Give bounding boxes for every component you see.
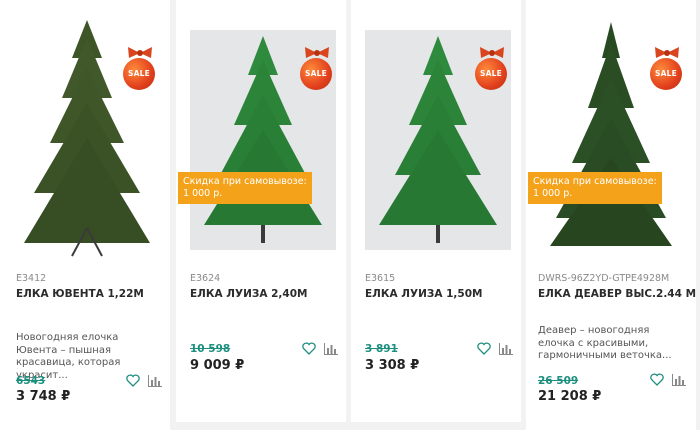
product-name[interactable]: ЕЛКА ДЕАВЕР ВЫС.2.44 М bbox=[538, 288, 696, 300]
sale-label: SALE bbox=[650, 58, 682, 90]
promo-line-1: Скидка при самовывозе: bbox=[533, 176, 657, 187]
sale-label: SALE bbox=[475, 58, 507, 90]
product-sku: E3412 bbox=[16, 273, 47, 284]
compare-icon[interactable] bbox=[672, 374, 686, 386]
product-sku: E3615 bbox=[365, 273, 396, 284]
product-price: 3 308 ₽ bbox=[365, 358, 420, 373]
old-price: 26 509 bbox=[538, 375, 579, 387]
product-card[interactable]: SALE Скидка при самовывозе: 1 000 р. E36… bbox=[176, 0, 346, 422]
old-price: 3 891 bbox=[365, 343, 398, 355]
promo-line-1: Скидка при самовывозе: bbox=[183, 176, 307, 187]
heart-icon[interactable] bbox=[650, 373, 664, 386]
product-grid: SALE E3412 ЕЛКА ЮВЕНТА 1,22М Новогодняя … bbox=[0, 0, 700, 430]
sale-label: SALE bbox=[300, 58, 332, 90]
product-sku: E3624 bbox=[190, 273, 221, 284]
compare-icon[interactable] bbox=[148, 375, 162, 387]
product-price: 9 009 ₽ bbox=[190, 358, 245, 373]
promo-line-2: 1 000 р. bbox=[183, 188, 223, 199]
product-price: 21 208 ₽ bbox=[538, 389, 602, 404]
product-card[interactable]: SALE E3412 ЕЛКА ЮВЕНТА 1,22М Новогодняя … bbox=[0, 0, 170, 430]
sale-label: SALE bbox=[123, 58, 155, 90]
sale-badge: SALE bbox=[473, 46, 511, 90]
product-image[interactable]: SALE bbox=[351, 14, 521, 254]
product-name[interactable]: ЕЛКА ЮВЕНТА 1,22М bbox=[16, 288, 144, 300]
sale-badge: SALE bbox=[648, 46, 686, 90]
old-price: 10 598 bbox=[190, 343, 231, 355]
heart-icon[interactable] bbox=[302, 342, 316, 355]
compare-icon[interactable] bbox=[324, 343, 338, 355]
product-name[interactable]: ЕЛКА ЛУИЗА 2,40М bbox=[190, 288, 307, 300]
product-sku: DWRS-96Z2YD-GTPE4928M bbox=[538, 273, 670, 284]
product-description: Деавер – новогодняя елочка с красивыми, … bbox=[538, 325, 672, 361]
product-card[interactable]: SALE E3615 ЕЛКА ЛУИЗА 1,50М 3 891 3 308 … bbox=[351, 0, 521, 422]
product-image[interactable]: SALE bbox=[0, 14, 170, 258]
pickup-discount-badge: Скидка при самовывозе: 1 000 р. bbox=[528, 172, 662, 204]
product-image[interactable]: SALE Скидка при самовывозе: 1 000 р. bbox=[526, 14, 696, 254]
pickup-discount-badge: Скидка при самовывозе: 1 000 р. bbox=[178, 172, 312, 204]
product-name[interactable]: ЕЛКА ЛУИЗА 1,50М bbox=[365, 288, 482, 300]
heart-icon[interactable] bbox=[477, 342, 491, 355]
heart-icon[interactable] bbox=[126, 374, 140, 387]
product-card[interactable]: SALE Скидка при самовывозе: 1 000 р. DWR… bbox=[526, 0, 696, 430]
promo-line-2: 1 000 р. bbox=[533, 188, 573, 199]
old-price: 6543 bbox=[16, 375, 46, 387]
product-price: 3 748 ₽ bbox=[16, 389, 71, 404]
sale-badge: SALE bbox=[121, 46, 159, 90]
sale-badge: SALE bbox=[298, 46, 336, 90]
product-image[interactable]: SALE Скидка при самовывозе: 1 000 р. bbox=[176, 14, 346, 254]
compare-icon[interactable] bbox=[499, 343, 513, 355]
